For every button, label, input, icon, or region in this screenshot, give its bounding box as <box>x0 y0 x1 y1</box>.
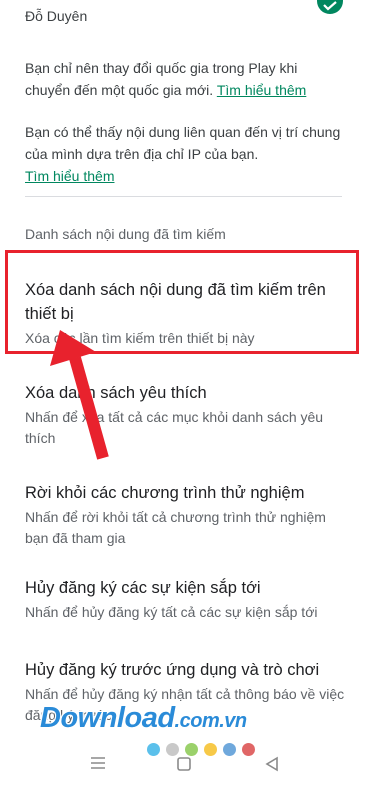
country-learn-more-link[interactable]: Tìm hiểu thêm <box>217 82 306 98</box>
item-title: Xóa danh sách yêu thích <box>25 384 207 402</box>
ip-info: Bạn có thể thấy nội dung liên quan đến v… <box>25 121 345 187</box>
selected-check-icon <box>317 0 343 14</box>
leave-beta-programs-item[interactable]: Rời khỏi các chương trình thử nghiệm Nhấ… <box>25 481 345 549</box>
watermark: Download.com.vn <box>40 702 247 735</box>
clear-device-search-history-item[interactable]: Xóa danh sách nội dung đã tìm kiếm trên … <box>25 278 345 349</box>
item-title: Hủy đăng ký các sự kiện sắp tới <box>25 579 261 597</box>
ip-learn-more-link[interactable]: Tìm hiểu thêm <box>25 168 114 184</box>
item-subtitle: Xóa các lần tìm kiếm trên thiết bị này <box>25 330 255 346</box>
item-subtitle: Nhấn để hủy đăng ký tất cả các sự kiện s… <box>25 604 318 620</box>
search-history-section-header: Danh sách nội dung đã tìm kiếm <box>25 226 226 242</box>
item-title: Hủy đăng ký trước ứng dụng và trò chơi <box>25 661 320 679</box>
item-subtitle: Nhấn để rời khỏi tất cả chương trình thử… <box>25 509 326 546</box>
menu-icon[interactable] <box>90 756 106 775</box>
item-subtitle: Nhấn để xóa tất cả các mục khỏi danh sác… <box>25 409 324 446</box>
item-title: Rời khỏi các chương trình thử nghiệm <box>25 484 305 502</box>
home-icon[interactable] <box>176 756 192 777</box>
clear-wishlist-item[interactable]: Xóa danh sách yêu thích Nhấn để xóa tất … <box>25 381 345 449</box>
ip-info-text: Bạn có thể thấy nội dung liên quan đến v… <box>25 124 341 162</box>
country-info: Bạn chỉ nên thay đổi quốc gia trong Play… <box>25 57 345 101</box>
item-title: Xóa danh sách nội dung đã tìm kiếm trên … <box>25 281 326 323</box>
watermark-domain: .com.vn <box>174 710 248 732</box>
watermark-brand: Download <box>40 702 175 734</box>
unsubscribe-upcoming-events-item[interactable]: Hủy đăng ký các sự kiện sắp tới Nhấn để … <box>25 576 345 623</box>
back-icon[interactable] <box>264 756 280 777</box>
divider <box>25 196 342 197</box>
system-navigation-bar <box>0 750 367 785</box>
account-name: Đỗ Duyên <box>25 8 88 24</box>
